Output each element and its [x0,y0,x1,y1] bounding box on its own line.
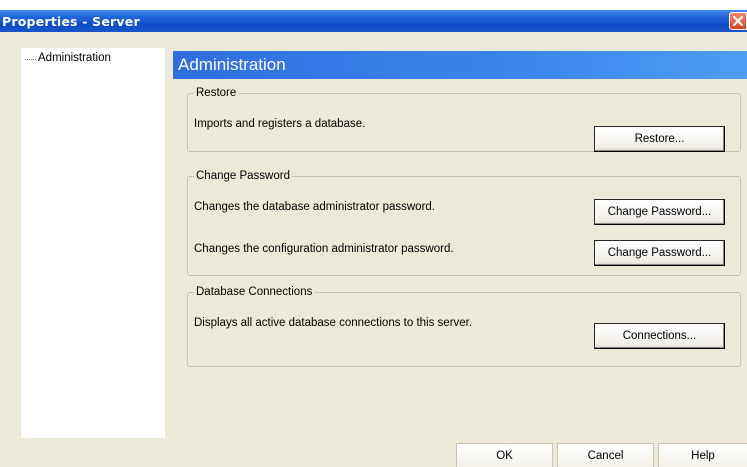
cancel-button[interactable]: Cancel [557,443,654,467]
config-admin-password-description: Changes the configuration administrator … [194,243,454,255]
restore-button[interactable]: Restore... [594,126,725,152]
ok-button[interactable]: OK [456,443,553,467]
change-database-password-button[interactable]: Change Password... [594,199,725,225]
help-button[interactable]: Help [658,443,747,467]
tree-item-administration[interactable]: Administration [25,52,111,66]
restore-group: Restore Imports and registers a database… [187,87,741,152]
page-title: Administration [178,55,286,74]
change-password-legend: Change Password [196,170,290,182]
connections-description: Displays all active database connections… [194,317,473,329]
window-title: Properties - Server [2,14,140,29]
change-password-group: Change Password Changes the database adm… [187,170,741,276]
restore-description: Imports and registers a database. [194,118,366,130]
close-icon [732,15,744,27]
change-config-password-button[interactable]: Change Password... [594,240,725,266]
navigation-tree: Administration [21,48,165,438]
properties-window: Properties - Server Administration Admin… [0,10,747,467]
title-bar[interactable]: Properties - Server [0,10,747,32]
database-connections-group: Database Connections Displays all active… [187,286,741,367]
connections-button[interactable]: Connections... [594,323,725,349]
database-admin-password-description: Changes the database administrator passw… [194,201,436,213]
restore-legend: Restore [196,87,237,99]
section-header: Administration [173,51,747,79]
database-connections-legend: Database Connections [196,286,313,298]
close-button[interactable] [729,12,747,30]
